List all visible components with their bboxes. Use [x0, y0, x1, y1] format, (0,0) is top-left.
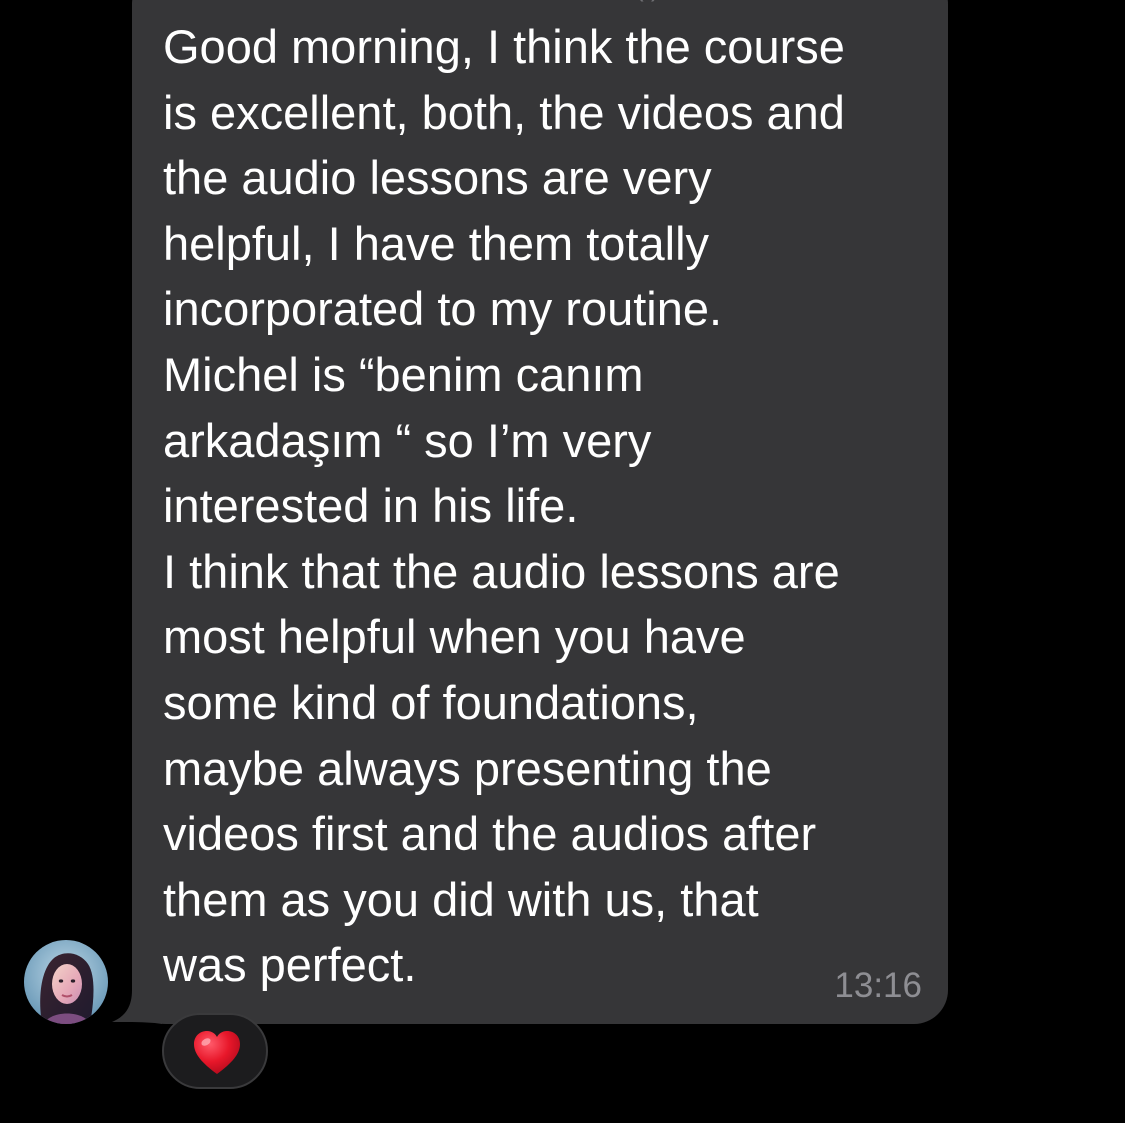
message-header-partial: ( ) — [205, 0, 765, 8]
message-line: Good morning, I think the course — [163, 20, 845, 73]
message-line: Michel is “benim canım — [163, 347, 644, 401]
message-line: maybe always presenting the — [163, 741, 772, 795]
message-line: them as you did with us, that — [163, 872, 759, 926]
sender-avatar[interactable] — [24, 940, 108, 1024]
user-avatar-photo-icon — [24, 940, 108, 1024]
header-partial-text: ( ) — [635, 0, 755, 3]
message-line: arkadaşım “ so I’m very — [163, 413, 652, 467]
message-timestamp: 13:16 — [834, 966, 922, 1005]
message-line: some kind of foundations, — [163, 675, 699, 729]
message-line: the audio lessons are very — [163, 151, 712, 205]
message-line: I think that the audio lessons are — [163, 544, 840, 598]
reaction-pill[interactable] — [162, 1013, 268, 1089]
message-text: Good morning, I think the course is exce… — [163, 14, 923, 998]
message-line: incorporated to my routine. — [163, 282, 723, 336]
red-heart-icon — [194, 1031, 240, 1074]
message-line: interested in his life. — [163, 479, 579, 533]
message-line: helpful, I have them totally — [163, 216, 710, 270]
message-line: was perfect. — [163, 938, 417, 992]
message-line: videos first and the audios after — [163, 807, 817, 861]
message-line: is excellent, both, the videos and — [163, 85, 845, 139]
message-line: most helpful when you have — [163, 610, 746, 664]
